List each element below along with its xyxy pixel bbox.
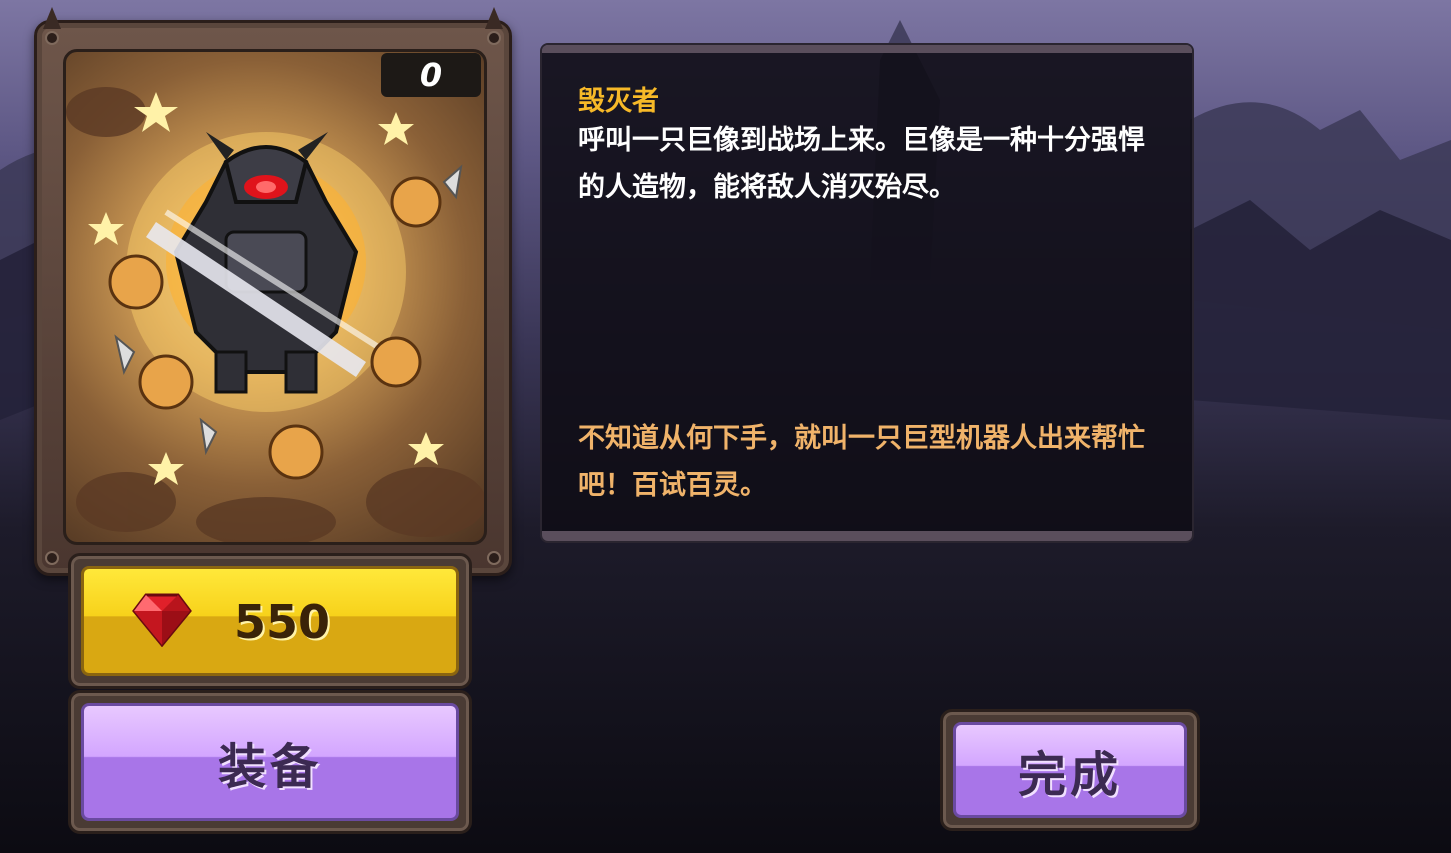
frame-horn: [43, 7, 61, 29]
card-art: [63, 49, 487, 545]
ruby-gem-icon: [132, 593, 192, 647]
done-button-face[interactable]: 完成: [953, 722, 1187, 818]
equip-button-label: 装备: [217, 739, 322, 795]
equip-button-face[interactable]: 装备: [81, 703, 459, 821]
card-count-badge: 0: [381, 53, 481, 97]
card-frame: 0: [34, 7, 512, 576]
rivet: [487, 551, 501, 565]
buy-button-face[interactable]: 550: [81, 566, 459, 676]
done-button-label: 完成: [1017, 747, 1122, 803]
item-description: 呼叫一只巨像到战场上来。巨像是一种十分强悍的人造物，能将敌人消灭殆尽。: [578, 125, 1145, 203]
price-value: 550: [234, 595, 331, 649]
frame-horn: [485, 7, 503, 29]
item-title: 毁灭者: [578, 86, 659, 117]
rivet: [487, 31, 501, 45]
buy-button[interactable]: 550: [68, 553, 472, 689]
golem-destroyer-illustration: [66, 87, 484, 542]
rivet: [45, 551, 59, 565]
rivet: [45, 31, 59, 45]
done-button[interactable]: 完成: [940, 709, 1200, 831]
item-flavor-text: 不知道从何下手，就叫一只巨型机器人出来帮忙吧！百试百灵。: [578, 423, 1145, 501]
equip-button[interactable]: 装备: [68, 690, 472, 834]
description-panel: 毁灭者 呼叫一只巨像到战场上来。巨像是一种十分强悍的人造物，能将敌人消灭殆尽。 …: [542, 45, 1192, 541]
